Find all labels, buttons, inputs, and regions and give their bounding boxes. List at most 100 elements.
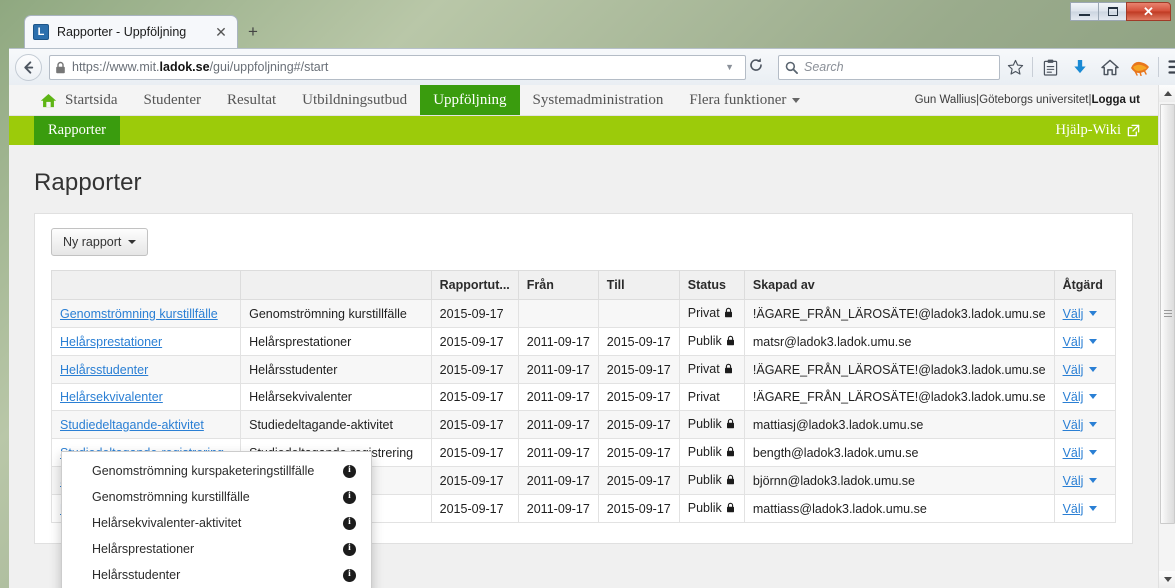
sub-navigation: Rapporter Hjälp-Wiki [9,116,1158,145]
sidebar-item-startsida[interactable]: Startsida [34,85,131,115]
sidebar-item-systemadministration[interactable]: Systemadministration [520,85,677,115]
cell-created-by: !ÄGARE_FRÅN_LÄROSÄTE!@ladok3.ladok.umu.s… [743,299,1055,328]
select-action-link[interactable]: Välj [1063,418,1084,432]
bookmark-star-button[interactable] [1000,53,1030,81]
address-bar[interactable]: https://www.mit.ladok.se/gui/uppfoljning… [49,54,746,80]
select-action-link[interactable]: Välj [1063,446,1084,460]
sidebar-item-flera-funktioner[interactable]: Flera funktioner [676,85,813,115]
info-icon[interactable]: i [343,464,356,478]
column-header-name[interactable] [50,270,242,300]
lock-icon [726,335,735,349]
dropdown-item[interactable]: Helårsekvivalenter-aktivitet i [62,510,371,536]
table-row: Helårsekvivalenter Helårsekvivalenter 2015… [50,383,1117,411]
sidebar-item-resultat[interactable]: Resultat [214,85,289,115]
scroll-down-button[interactable] [1159,571,1175,588]
scroll-up-button[interactable] [1159,85,1175,102]
search-input[interactable]: Search [778,54,1000,80]
cell-created-by: björnn@ladok3.ladok.umu.se [743,466,1055,495]
downloads-button[interactable] [1065,53,1095,81]
cell-from-date: 2011-09-17 [517,327,599,356]
info-icon[interactable]: i [343,516,356,530]
chevron-down-icon[interactable]: ▼ [725,62,734,72]
cell-status: Privat [678,355,745,384]
new-report-dropdown-menu[interactable]: Genomströmning kurspaketeringstillfälle i… [61,451,372,588]
chevron-down-icon[interactable] [1089,449,1098,455]
dropdown-item[interactable]: Helårsstudenter i [62,562,371,588]
chevron-down-icon[interactable] [1089,394,1098,399]
table-row: Helårsstudenter Helårsstudenter 2015-09-17… [50,355,1117,384]
back-arrow-icon [24,60,34,74]
report-name-link[interactable]: Studiedeltagande-aktivitet [60,418,204,432]
reload-button[interactable] [748,57,764,77]
cell-action: Välj [1053,383,1117,411]
home-button[interactable] [1095,53,1125,81]
tab-rapporter[interactable]: Rapporter [34,116,120,145]
menu-button[interactable] [1162,53,1175,81]
column-header-rapportuttag[interactable]: Rapportut... [430,270,519,300]
new-report-label: Ny rapport [63,235,122,249]
select-action-link[interactable]: Välj [1063,363,1084,377]
page-scrollbar[interactable] [1158,85,1175,588]
report-name-link[interactable]: Genomströmning kurstillfälle [60,307,218,321]
status-badge: Publik [687,334,722,348]
select-action-link[interactable]: Välj [1063,390,1084,404]
table-row: Helårsprestationer Helårsprestationer 2015… [50,327,1117,356]
select-action-link[interactable]: Välj [1063,502,1084,516]
close-tab-icon[interactable]: ✕ [213,24,229,40]
select-action-link[interactable]: Välj [1063,307,1084,321]
report-name-link[interactable]: Helårsprestationer [60,335,162,349]
extension-button[interactable] [1125,53,1155,81]
chevron-down-icon[interactable] [1089,310,1098,316]
help-wiki-link[interactable]: Hjälp-Wiki [1056,116,1158,145]
status-badge: Privat [687,362,720,376]
cell-from-date: 2011-09-17 [517,466,599,495]
cell-status: Publik [678,438,745,467]
chevron-down-icon[interactable] [1089,421,1098,427]
cell-report-type: Studiedeltagande-aktivitet [240,410,432,439]
info-icon[interactable]: i [343,542,356,556]
new-report-button[interactable]: Ny rapport [51,228,149,256]
column-header-type[interactable] [240,270,432,300]
cell-from-date: 2011-09-17 [517,410,599,439]
dropdown-item-label: Helårsstudenter [92,568,181,582]
back-button[interactable] [15,53,42,81]
chevron-down-icon[interactable] [1089,366,1098,372]
chevron-down-icon[interactable] [1089,338,1098,344]
chevron-down-icon[interactable] [1089,505,1098,511]
cell-report-date: 2015-09-17 [430,494,519,523]
cell-report-type: Helårsekvivalenter [240,383,432,411]
column-header-status[interactable]: Status [678,270,745,300]
cell-status: Privat [678,383,745,411]
cell-report-name: Studiedeltagande-aktivitet [50,410,242,439]
nav-label: Uppföljning [433,91,507,108]
report-name-link[interactable]: Helårsekvivalenter [60,390,163,404]
new-tab-button[interactable]: + [242,21,264,43]
dropdown-item[interactable]: Genomströmning kurstillfälle i [62,484,371,510]
logout-link[interactable]: Logga ut [1091,94,1140,106]
report-name-link[interactable]: Helårsstudenter [60,363,148,377]
help-wiki-label: Hjälp-Wiki [1055,122,1121,138]
scrollbar-thumb[interactable] [1160,104,1175,524]
sidebar-item-uppfoljning[interactable]: Uppföljning [420,85,520,115]
info-icon[interactable]: i [343,568,356,582]
cell-from-date: 2011-09-17 [517,438,599,467]
sidebar-item-utbildningsutbud[interactable]: Utbildningsutbud [289,85,420,115]
cell-report-date: 2015-09-17 [430,355,519,384]
cell-report-type: Genomströmning kurstillfälle [240,299,432,328]
chevron-down-icon[interactable] [1089,477,1098,483]
dropdown-item[interactable]: Genomströmning kurspaketeringstillfälle i [62,458,371,484]
column-header-atgard[interactable]: Åtgärd [1053,270,1117,300]
info-icon[interactable]: i [343,490,356,504]
reading-list-button[interactable] [1035,53,1065,81]
select-action-link[interactable]: Välj [1063,335,1084,349]
dropdown-item[interactable]: Helårsprestationer i [62,536,371,562]
fox-extension-icon [1131,61,1149,76]
select-action-link[interactable]: Välj [1063,474,1084,488]
cell-report-name: Helårsekvivalenter [50,383,242,411]
lock-icon [726,446,735,460]
column-header-skapad-av[interactable]: Skapad av [743,270,1055,300]
column-header-till[interactable]: Till [597,270,680,300]
column-header-fran[interactable]: Från [517,270,599,300]
browser-tab[interactable]: L Rapporter - Uppföljning ✕ [24,15,238,48]
sidebar-item-studenter[interactable]: Studenter [131,85,215,115]
